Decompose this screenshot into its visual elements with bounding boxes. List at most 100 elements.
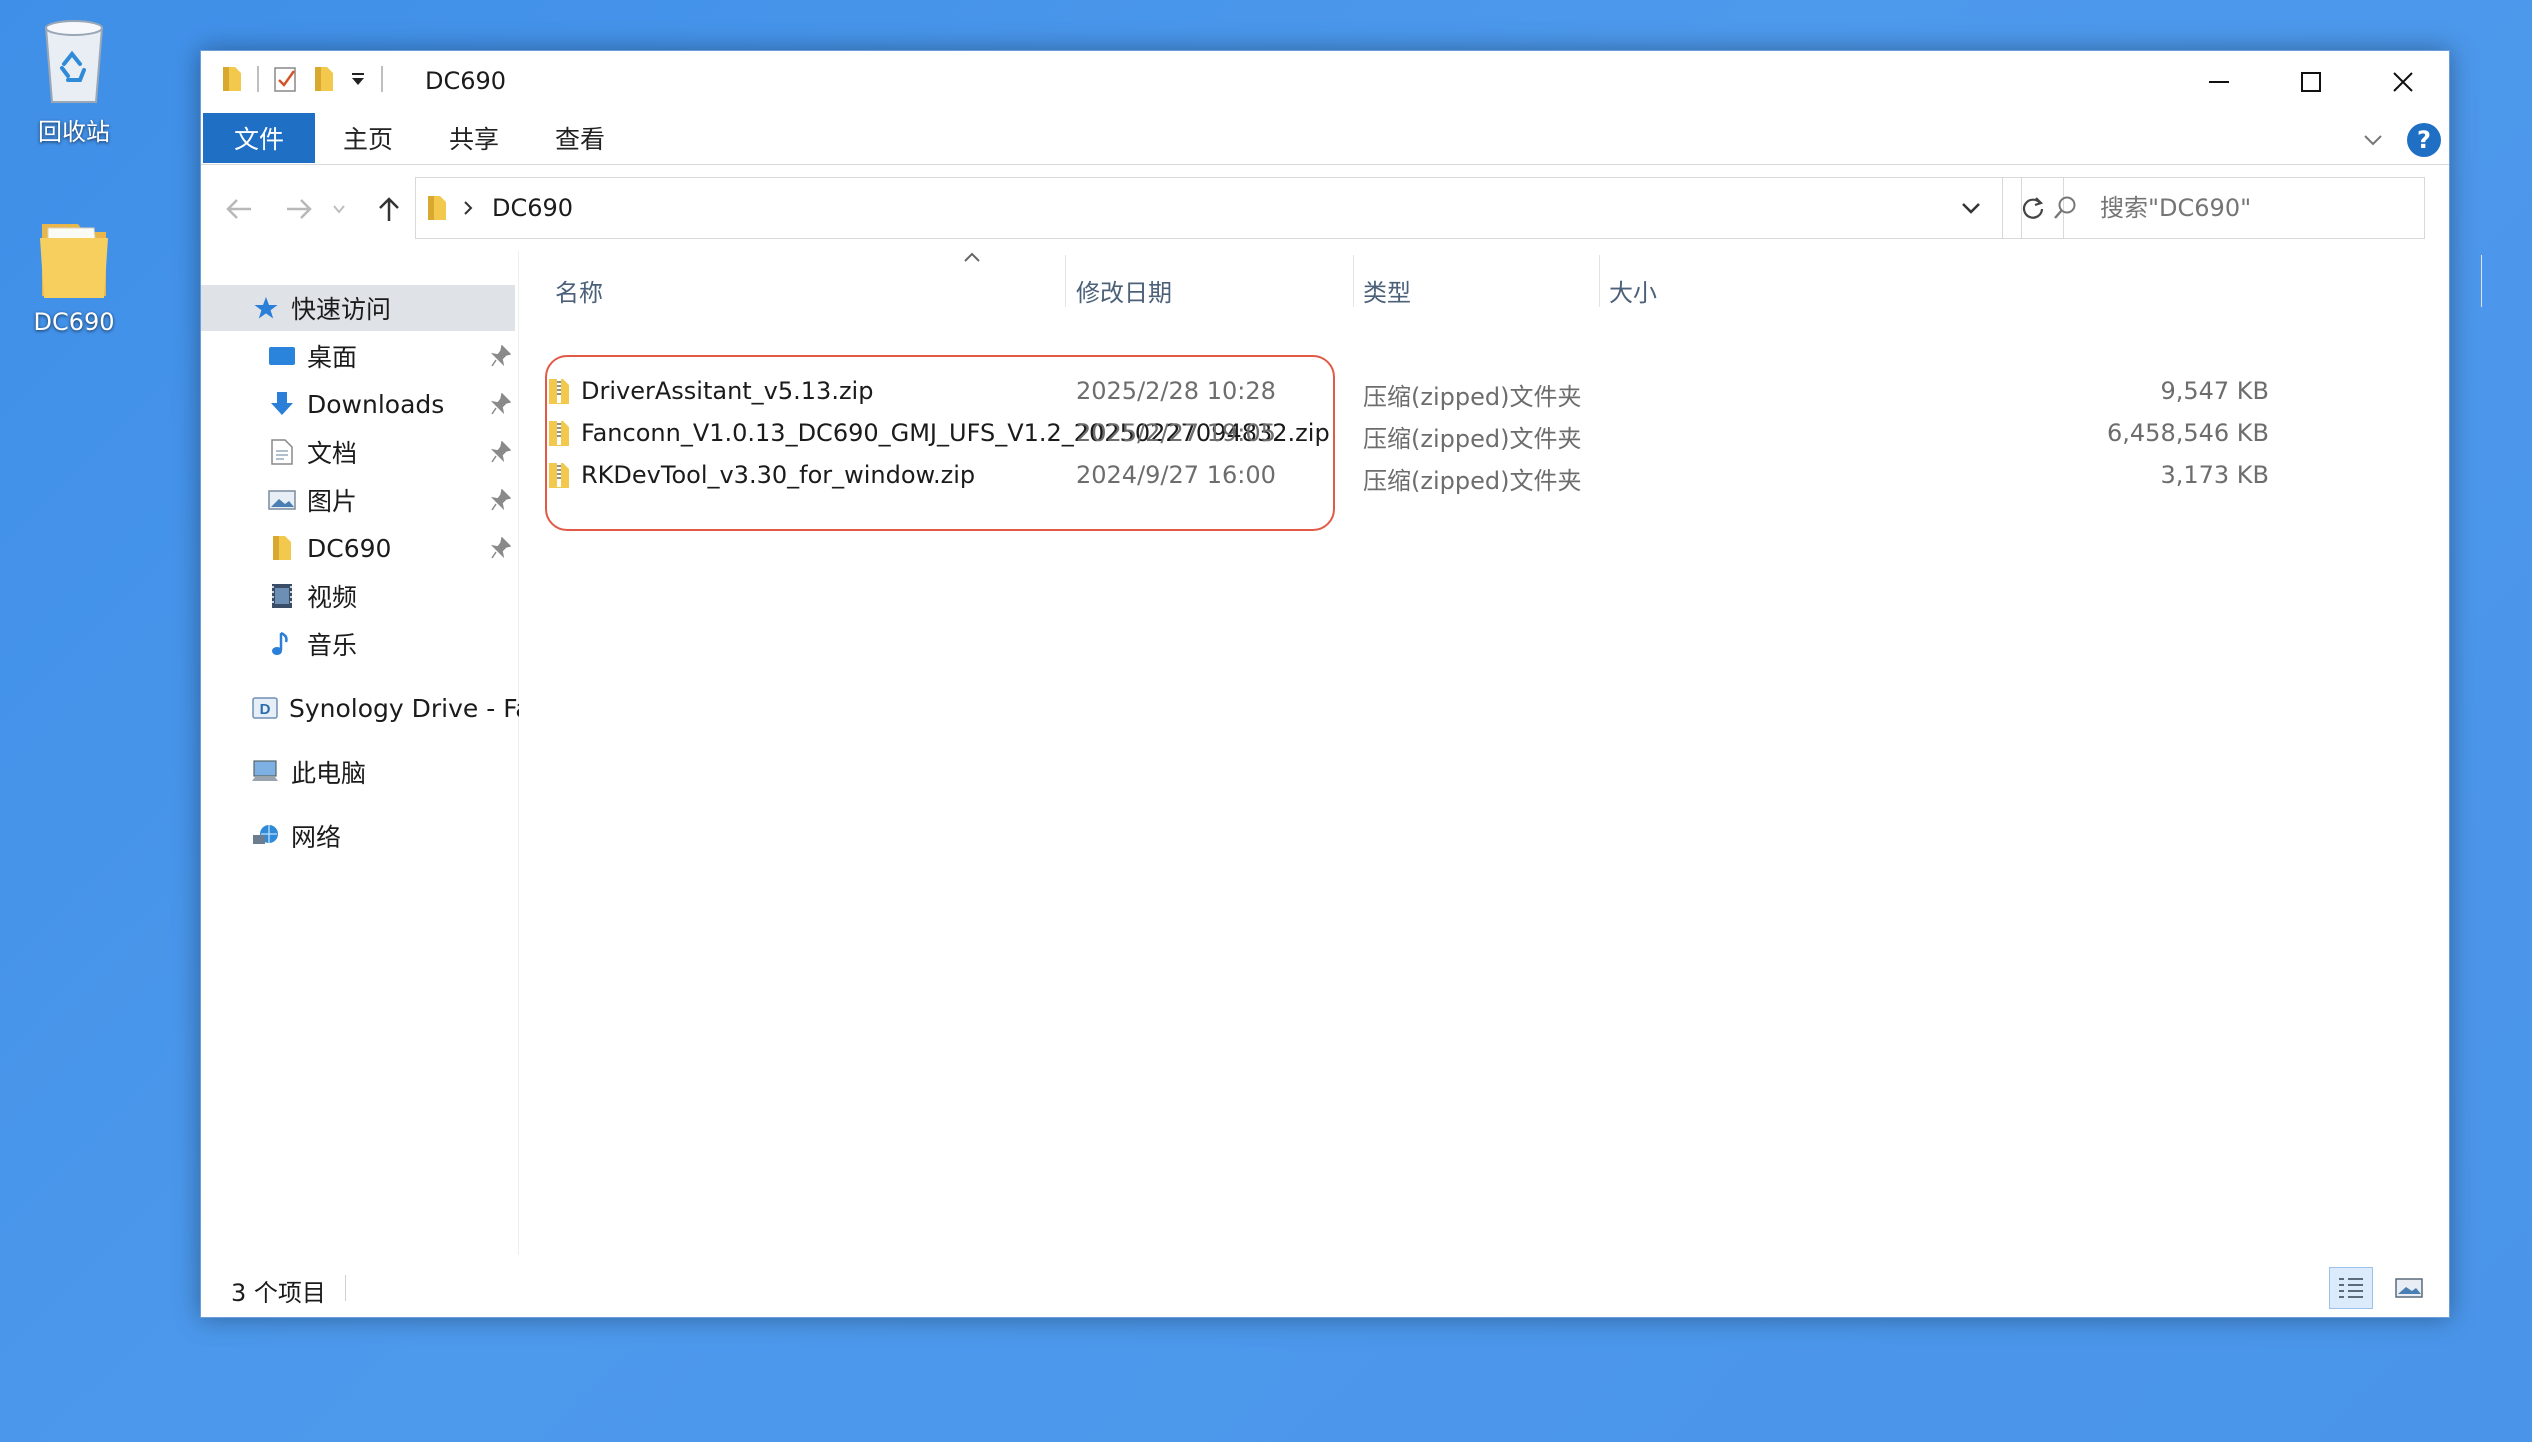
close-button[interactable] [2357, 51, 2449, 113]
nav-item-music[interactable]: 音乐 [201, 621, 519, 667]
navigation-pane: 快速访问 桌面 Downloads 文档 图片 DC690 视频 音乐 D Sy… [201, 251, 519, 1255]
sort-ascending-icon [963, 251, 981, 263]
tab-view[interactable]: 查看 [545, 113, 615, 163]
nav-item-desktop[interactable]: 桌面 [201, 333, 519, 379]
toolbar-divider [257, 66, 259, 92]
nav-item-label: 网络 [291, 823, 342, 852]
recycle-bin-label: 回收站 [38, 118, 110, 146]
pin-icon[interactable] [491, 441, 511, 463]
network-icon [251, 821, 281, 851]
forward-button[interactable] [279, 189, 319, 229]
folder-icon[interactable] [221, 65, 243, 93]
address-bar[interactable]: DC690 [415, 177, 2064, 239]
large-icons-view-icon [2394, 1276, 2424, 1300]
close-icon [2392, 71, 2414, 93]
column-header-name[interactable]: 名称 [555, 251, 603, 329]
details-view-button[interactable] [2329, 1267, 2373, 1309]
nav-item-label: 桌面 [307, 343, 358, 372]
nav-item-documents[interactable]: 文档 [201, 429, 519, 475]
nav-item-network[interactable]: 网络 [201, 813, 519, 859]
status-bar: 3 个项目 [201, 1259, 2449, 1317]
column-header-type[interactable]: 类型 [1363, 251, 1411, 329]
new-folder-icon[interactable] [313, 65, 335, 93]
view-toggle-group [2329, 1267, 2431, 1309]
nav-item-downloads[interactable]: Downloads [201, 381, 519, 427]
file-type: 压缩(zipped)文件夹 [1363, 467, 1582, 495]
address-history-dropdown[interactable] [1960, 196, 1982, 220]
recycle-bin-icon [34, 14, 114, 106]
desktop-folder-label: DC690 [33, 308, 115, 336]
search-box[interactable] [2021, 177, 2425, 239]
folder-icon [267, 533, 297, 563]
navigation-bar: DC690 [201, 177, 2449, 239]
status-divider [345, 1275, 346, 1301]
file-type: 压缩(zipped)文件夹 [1363, 425, 1582, 453]
annotation-highlight-box [545, 355, 1335, 531]
column-divider[interactable] [1065, 255, 1066, 307]
maximize-icon [2300, 71, 2322, 93]
nav-quick-access[interactable]: 快速访问 [201, 285, 515, 331]
file-size: 3,173 KB [2160, 461, 2269, 489]
pin-icon[interactable] [491, 345, 511, 367]
nav-item-label: 音乐 [307, 631, 358, 660]
up-button[interactable] [369, 189, 409, 229]
desktop-folder-dc690[interactable]: DC690 [4, 218, 144, 336]
pin-icon[interactable] [491, 489, 511, 511]
tab-share[interactable]: 共享 [439, 113, 509, 163]
minimize-button[interactable] [2173, 51, 2265, 113]
column-header-date[interactable]: 修改日期 [1076, 251, 1172, 329]
column-divider[interactable] [1599, 255, 1600, 307]
breadcrumb-chevron-icon[interactable] [462, 199, 474, 217]
desktop-recycle-bin[interactable]: 回收站 [4, 14, 144, 147]
music-note-icon [267, 629, 297, 659]
column-divider[interactable] [1353, 255, 1354, 307]
nav-item-dc690[interactable]: DC690 [201, 525, 519, 571]
chevron-down-icon [332, 204, 346, 214]
nav-item-label: 图片 [307, 487, 358, 516]
file-type: 压缩(zipped)文件夹 [1363, 383, 1582, 411]
svg-text:D: D [260, 701, 271, 718]
title-bar: DC690 [201, 51, 2449, 113]
maximize-button[interactable] [2265, 51, 2357, 113]
file-size: 6,458,546 KB [2107, 419, 2269, 447]
folder-icon [426, 194, 448, 222]
ribbon-tabs: 文件 主页 共享 查看 ? [201, 113, 2449, 165]
nav-item-synology-drive[interactable]: D Synology Drive - Fanconn [201, 685, 519, 731]
details-view-icon [2336, 1275, 2366, 1301]
pin-icon[interactable] [491, 393, 511, 415]
tab-file[interactable]: 文件 [203, 113, 315, 163]
picture-icon [267, 485, 297, 515]
pin-icon[interactable] [491, 537, 511, 559]
customize-toolbar-dropdown[interactable] [349, 70, 367, 88]
quick-access-toolbar [221, 65, 383, 93]
window-controls [2173, 51, 2449, 113]
help-button[interactable]: ? [2407, 123, 2441, 157]
document-icon [267, 437, 297, 467]
column-divider[interactable] [2481, 255, 2482, 307]
arrow-up-icon [377, 195, 401, 223]
video-icon [267, 581, 297, 611]
toolbar-divider [381, 66, 383, 92]
nav-item-pictures[interactable]: 图片 [201, 477, 519, 523]
ribbon-right-controls: ? [2363, 123, 2441, 157]
explorer-window: DC690 文件 主页 共享 查看 ? DC690 搜索"DC690" 快速访问… [200, 50, 2482, 1318]
search-input[interactable] [2100, 194, 2400, 222]
arrow-right-icon [285, 197, 313, 221]
nav-quick-access-label: 快速访问 [291, 295, 392, 324]
back-button[interactable] [219, 189, 259, 229]
nav-item-label: DC690 [307, 533, 392, 563]
nav-item-videos[interactable]: 视频 [201, 573, 519, 619]
properties-icon[interactable] [273, 65, 299, 93]
download-arrow-icon [267, 389, 297, 419]
tab-home[interactable]: 主页 [333, 113, 403, 163]
search-icon [2052, 195, 2078, 221]
nav-item-label: 文档 [307, 439, 358, 468]
column-header-size[interactable]: 大小 [1609, 251, 1657, 329]
breadcrumb-current[interactable]: DC690 [492, 194, 573, 222]
nav-item-this-pc[interactable]: 此电脑 [201, 749, 519, 795]
recent-locations-button[interactable] [327, 189, 351, 229]
nav-item-label: 此电脑 [291, 759, 367, 788]
expand-ribbon-chevron-icon[interactable] [2363, 133, 2383, 147]
star-icon [251, 293, 281, 323]
large-icons-view-button[interactable] [2387, 1267, 2431, 1309]
